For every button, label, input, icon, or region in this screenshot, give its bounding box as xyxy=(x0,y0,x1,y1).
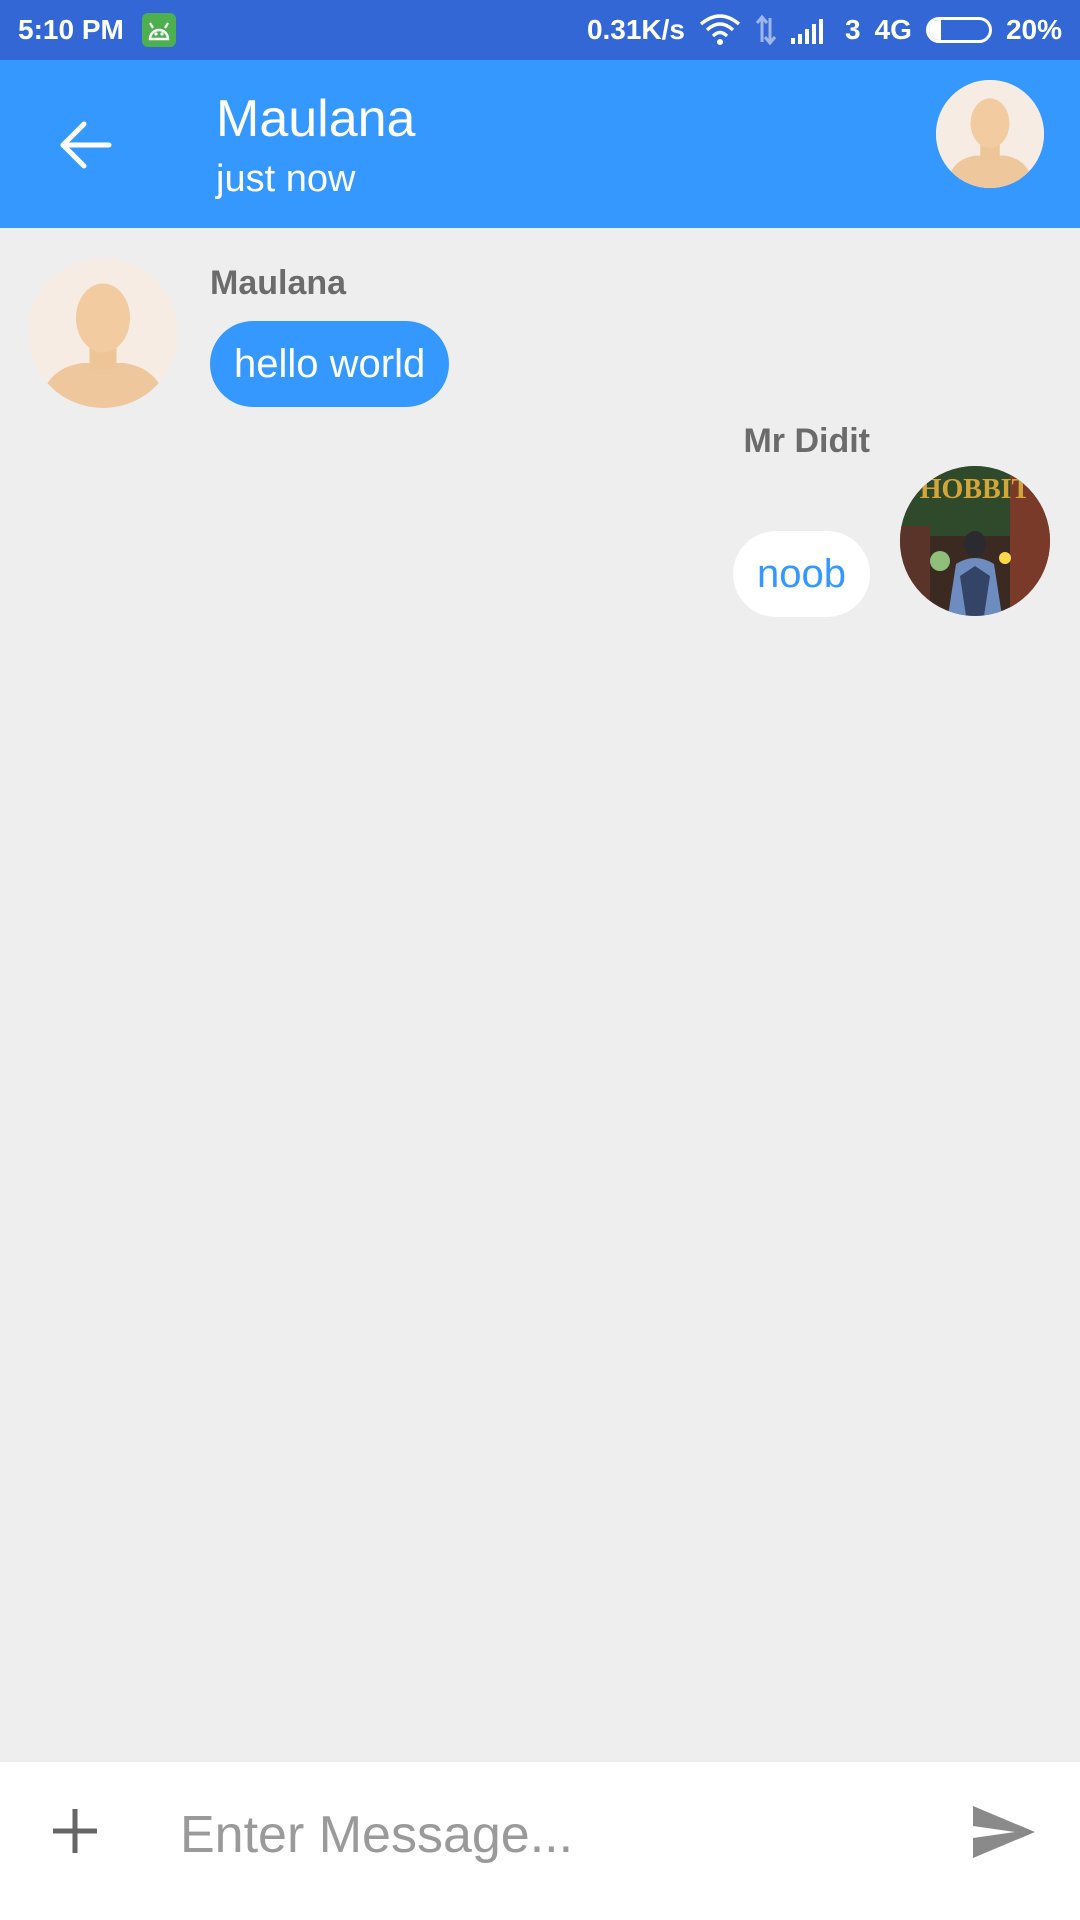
signal-icon xyxy=(791,16,831,44)
chat-screen: 5:10 PM 0.31K/s 3 4G 20% Maulana just no… xyxy=(0,0,1080,1920)
message-avatar-maulana[interactable] xyxy=(28,258,178,408)
send-icon xyxy=(973,1806,1035,1858)
message-text: hello world xyxy=(234,341,426,386)
network-speed: 0.31K/s xyxy=(586,14,686,45)
android-icon xyxy=(141,13,176,47)
header-avatar[interactable] xyxy=(936,80,1044,188)
send-button[interactable] xyxy=(964,1792,1044,1872)
status-time: 5:10 PM xyxy=(18,14,124,45)
message-text: noob xyxy=(757,551,846,596)
contact-name: Maulana xyxy=(216,90,416,148)
chat-header: Maulana just now xyxy=(0,60,1080,228)
battery-fill xyxy=(928,20,941,40)
message-sender-name: Mr Didit xyxy=(743,422,870,460)
wifi-icon xyxy=(699,14,741,46)
status-right-group: 0.31K/s 3 4G 20% xyxy=(587,14,1062,46)
message-list[interactable]: Maulana hello world HOBBIT Mr Didit noob xyxy=(0,228,1080,1762)
network-type-label: 4G xyxy=(874,14,912,45)
battery-percent: 20% xyxy=(1005,14,1062,45)
last-seen-status: just now xyxy=(216,158,356,200)
status-bar: 5:10 PM 0.31K/s 3 4G 20% xyxy=(0,0,1080,60)
user-photo-avatar-icon: HOBBIT xyxy=(900,466,1050,616)
arrow-left-icon xyxy=(60,121,112,169)
message-avatar-mr-didit[interactable]: HOBBIT xyxy=(900,466,1050,616)
add-attachment-button[interactable] xyxy=(40,1796,110,1866)
back-button[interactable] xyxy=(40,100,130,190)
plus-icon xyxy=(53,1809,97,1853)
message-sender-name: Maulana xyxy=(210,264,347,302)
battery-icon xyxy=(925,17,992,43)
message-composer xyxy=(0,1762,1080,1920)
message-input[interactable] xyxy=(170,1790,950,1880)
svg-text:HOBBIT: HOBBIT xyxy=(920,474,1031,505)
default-user-avatar-icon xyxy=(936,80,1044,188)
message-bubble-incoming[interactable]: hello world xyxy=(210,321,450,407)
default-user-avatar-icon xyxy=(28,258,178,408)
data-transfer-icon xyxy=(755,14,777,46)
sim-slot-label: 3 xyxy=(845,14,861,45)
message-bubble-outgoing[interactable]: noob xyxy=(733,531,870,617)
